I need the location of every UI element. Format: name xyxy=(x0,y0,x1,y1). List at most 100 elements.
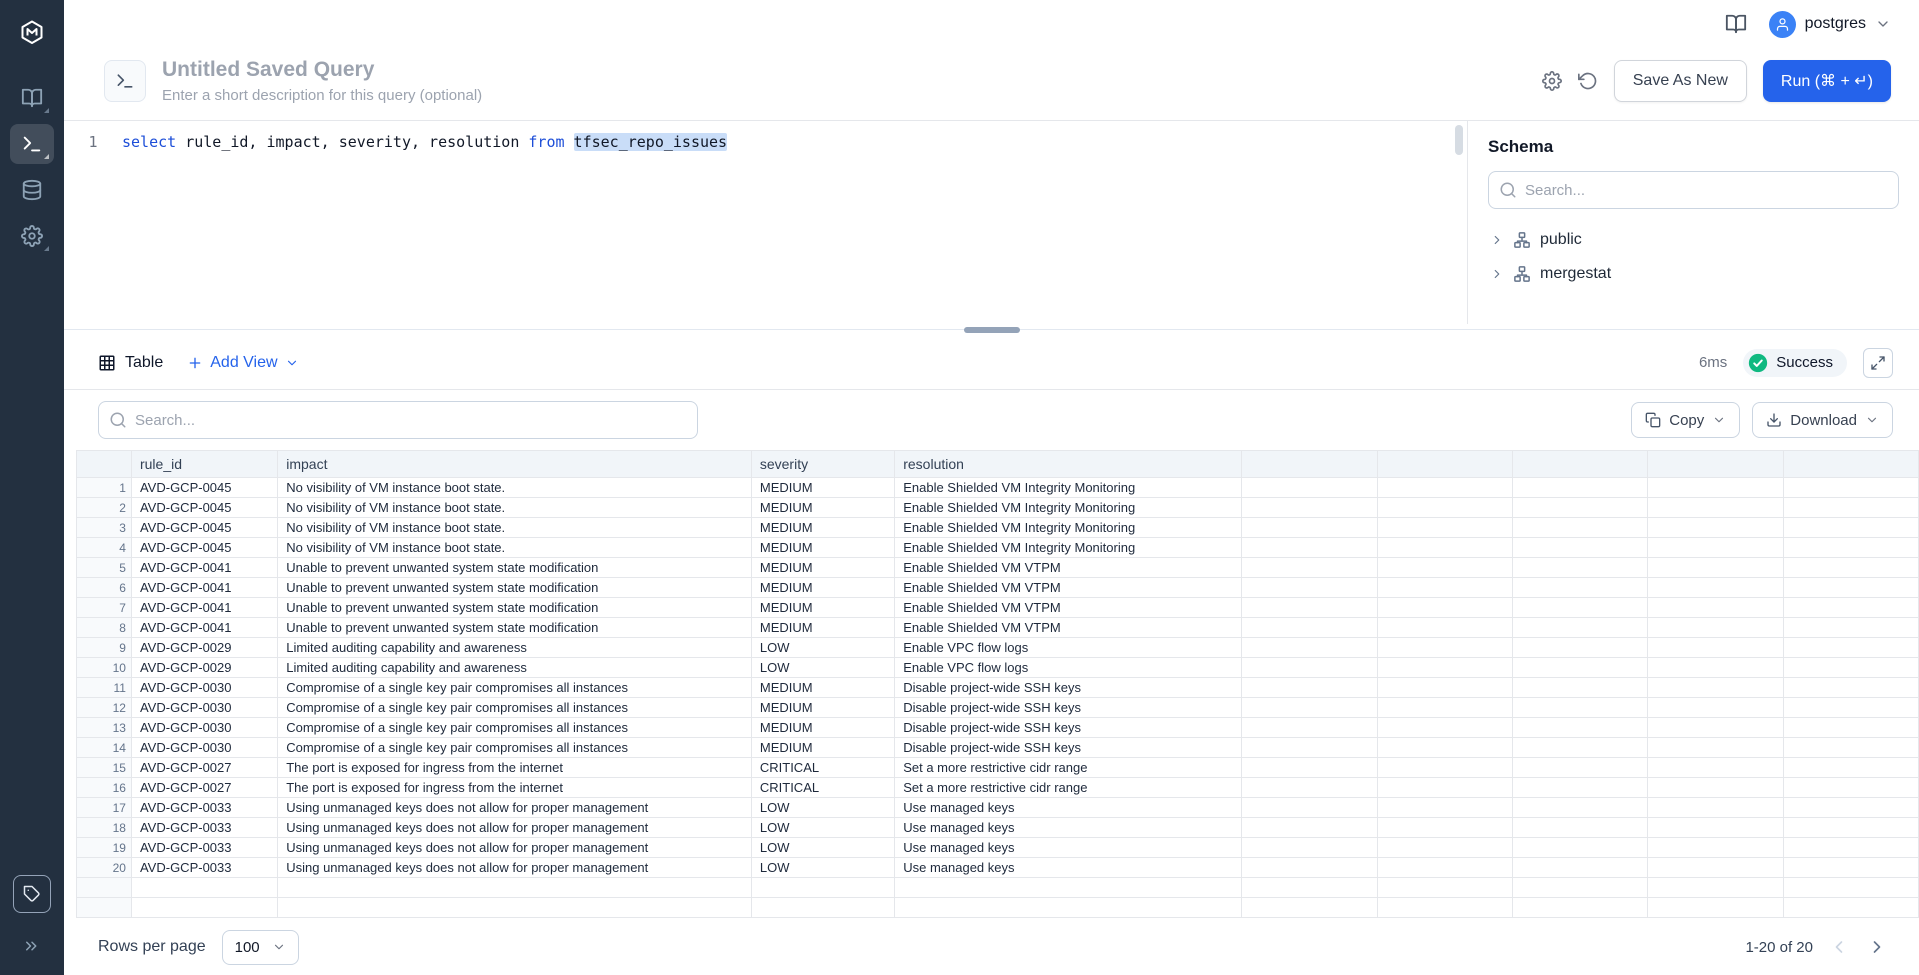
table-row[interactable]: 13AVD-GCP-0030Compromise of a single key… xyxy=(77,718,1919,738)
table-row[interactable]: 9AVD-GCP-0029Limited auditing capability… xyxy=(77,638,1919,658)
user-name: postgres xyxy=(1805,15,1866,33)
cell-empty xyxy=(131,878,277,898)
tab-table[interactable]: Table xyxy=(98,354,163,372)
save-as-new-button[interactable]: Save As New xyxy=(1614,60,1747,102)
cell: Enable Shielded VM Integrity Monitoring xyxy=(895,538,1242,558)
previous-page-button[interactable] xyxy=(1827,935,1851,959)
user-menu[interactable]: postgres xyxy=(1769,11,1891,38)
schema-node-mergestat[interactable]: mergestat xyxy=(1488,257,1899,291)
cell: AVD-GCP-0045 xyxy=(131,538,277,558)
download-button[interactable]: Download xyxy=(1752,402,1893,438)
sql-editor[interactable]: 1 select rule_id, impact, severity, reso… xyxy=(64,121,1467,324)
row-number: 13 xyxy=(77,718,132,738)
cell-empty xyxy=(1377,738,1512,758)
table-row[interactable]: 5AVD-GCP-0041Unable to prevent unwanted … xyxy=(77,558,1919,578)
cell: Enable Shielded VM VTPM xyxy=(895,558,1242,578)
sidebar-item-repos[interactable] xyxy=(10,78,54,118)
cell: AVD-GCP-0033 xyxy=(131,858,277,878)
cell-empty xyxy=(1377,858,1512,878)
sidebar-item-settings[interactable] xyxy=(10,216,54,256)
row-number: 5 xyxy=(77,558,132,578)
table-row[interactable]: 16AVD-GCP-0027The port is exposed for in… xyxy=(77,778,1919,798)
cell: MEDIUM xyxy=(751,598,894,618)
cell: MEDIUM xyxy=(751,618,894,638)
cell-empty xyxy=(1648,778,1783,798)
maximize-icon xyxy=(1870,355,1886,371)
schema-node-public[interactable]: public xyxy=(1488,223,1899,257)
table-row[interactable]: 6AVD-GCP-0041Unable to prevent unwanted … xyxy=(77,578,1919,598)
table-row[interactable]: 12AVD-GCP-0030Compromise of a single key… xyxy=(77,698,1919,718)
table-row[interactable]: 17AVD-GCP-0033Using unmanaged keys does … xyxy=(77,798,1919,818)
table-row[interactable]: 14AVD-GCP-0030Compromise of a single key… xyxy=(77,738,1919,758)
column-header-rule_id[interactable]: rule_id xyxy=(131,451,277,478)
cell-empty xyxy=(1783,658,1918,678)
cell-empty xyxy=(1377,638,1512,658)
table-row[interactable]: 7AVD-GCP-0041Unable to prevent unwanted … xyxy=(77,598,1919,618)
table-row[interactable]: 2AVD-GCP-0045No visibility of VM instanc… xyxy=(77,498,1919,518)
row-number xyxy=(77,898,132,918)
add-view-button[interactable]: Add View xyxy=(187,354,298,372)
sql-code-line[interactable]: select rule_id, impact, severity, resolu… xyxy=(122,129,727,324)
sidebar-tags-button[interactable] xyxy=(13,875,51,913)
cell-empty xyxy=(1648,558,1783,578)
caret-right-icon[interactable] xyxy=(1490,233,1504,247)
row-number: 10 xyxy=(77,658,132,678)
cell-empty xyxy=(1242,898,1377,918)
query-history-button[interactable] xyxy=(1578,71,1598,91)
terminal-icon xyxy=(21,133,43,155)
editor-scrollbar[interactable] xyxy=(1455,125,1463,155)
cell-empty xyxy=(1783,798,1918,818)
run-button[interactable]: Run (⌘ + ↵) xyxy=(1763,60,1891,102)
next-page-button[interactable] xyxy=(1865,935,1889,959)
caret-right-icon[interactable] xyxy=(1490,267,1504,281)
cell-empty xyxy=(1242,638,1377,658)
rows-per-page-select[interactable]: 100 xyxy=(222,930,299,965)
rows-per-page-label: Rows per page xyxy=(98,938,206,956)
fullscreen-button[interactable] xyxy=(1863,348,1893,378)
table-row[interactable]: 10AVD-GCP-0029Limited auditing capabilit… xyxy=(77,658,1919,678)
sidebar-expand-button[interactable] xyxy=(19,933,45,959)
query-description[interactable]: Enter a short description for this query… xyxy=(162,87,482,104)
cell-empty xyxy=(1513,858,1648,878)
query-settings-button[interactable] xyxy=(1542,71,1562,91)
table-header-row: rule_idimpactseverityresolution xyxy=(77,451,1919,478)
column-header-impact[interactable]: impact xyxy=(278,451,752,478)
docs-button[interactable] xyxy=(1725,13,1747,35)
table-row[interactable]: 19AVD-GCP-0033Using unmanaged keys does … xyxy=(77,838,1919,858)
schema-search-input[interactable] xyxy=(1488,171,1899,209)
mergestat-logo[interactable] xyxy=(12,12,52,52)
table-row[interactable]: 3AVD-GCP-0045No visibility of VM instanc… xyxy=(77,518,1919,538)
cell-empty xyxy=(1513,558,1648,578)
query-actions: Save As New Run (⌘ + ↵) xyxy=(1542,60,1891,102)
submenu-corner-icon xyxy=(44,154,49,159)
table-row[interactable]: 15AVD-GCP-0027The port is exposed for in… xyxy=(77,758,1919,778)
results-section: Table Add View 6ms Success xyxy=(64,336,1919,975)
panel-splitter[interactable] xyxy=(64,324,1919,336)
cell-empty xyxy=(1783,538,1918,558)
table-row[interactable]: 1AVD-GCP-0045No visibility of VM instanc… xyxy=(77,478,1919,498)
database-icon xyxy=(21,179,43,201)
table-row[interactable]: 20AVD-GCP-0033Using unmanaged keys does … xyxy=(77,858,1919,878)
sidebar-item-data[interactable] xyxy=(10,170,54,210)
column-header-resolution[interactable]: resolution xyxy=(895,451,1242,478)
splitter-handle[interactable] xyxy=(964,327,1020,333)
column-header-severity[interactable]: severity xyxy=(751,451,894,478)
table-row[interactable]: 18AVD-GCP-0033Using unmanaged keys does … xyxy=(77,818,1919,838)
cell-empty xyxy=(1783,478,1918,498)
copy-button[interactable]: Copy xyxy=(1631,402,1740,438)
query-title[interactable]: Untitled Saved Query xyxy=(162,58,482,82)
cell-empty xyxy=(1648,698,1783,718)
cell-empty xyxy=(895,898,1242,918)
table-row[interactable]: 11AVD-GCP-0030Compromise of a single key… xyxy=(77,678,1919,698)
cell-empty xyxy=(1513,598,1648,618)
schema-panel: Schema publicmergestat xyxy=(1467,121,1919,324)
results-search-input[interactable] xyxy=(98,401,698,439)
query-header: Untitled Saved Query Enter a short descr… xyxy=(64,48,1919,120)
sidebar-item-queries[interactable] xyxy=(10,124,54,164)
cell-empty xyxy=(1513,498,1648,518)
cell-empty xyxy=(1513,758,1648,778)
table-row[interactable]: 8AVD-GCP-0041Unable to prevent unwanted … xyxy=(77,618,1919,638)
cell: MEDIUM xyxy=(751,698,894,718)
table-row[interactable]: 4AVD-GCP-0045No visibility of VM instanc… xyxy=(77,538,1919,558)
search-icon xyxy=(1499,181,1517,199)
